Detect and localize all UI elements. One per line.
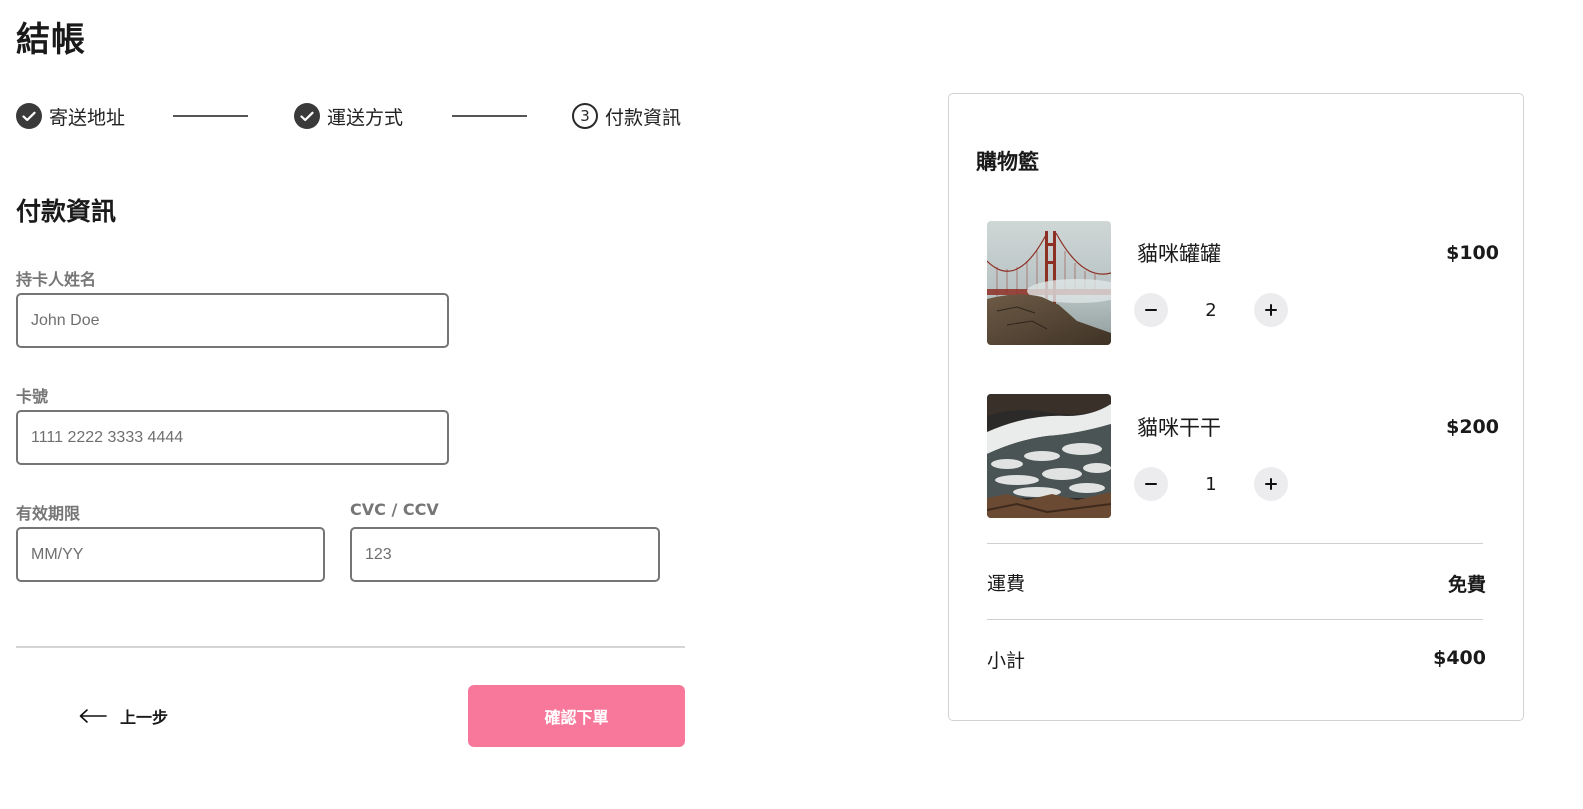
- divider: [16, 646, 685, 648]
- cvc-label: CVC / CCV: [350, 500, 439, 519]
- cardholder-label: 持卡人姓名: [16, 270, 97, 289]
- arrow-left-icon: [79, 709, 107, 723]
- step-number-badge: 3: [572, 103, 598, 129]
- section-title: 付款資訊: [16, 197, 117, 226]
- back-button-label: 上一步: [120, 708, 169, 727]
- product-image-golden-gate: [987, 221, 1111, 345]
- plus-icon: [1265, 478, 1277, 490]
- step-payment-info: 3 付款資訊: [572, 101, 681, 131]
- cardholder-input[interactable]: [16, 293, 449, 348]
- step-label: 付款資訊: [605, 106, 682, 129]
- cart-item-price: $100: [1446, 242, 1499, 264]
- shipping-label: 運費: [987, 573, 1026, 595]
- page-title: 結帳: [16, 20, 86, 60]
- decrease-quantity-button[interactable]: [1134, 467, 1168, 501]
- step-connector: [452, 115, 527, 117]
- step-label: 寄送地址: [49, 106, 126, 129]
- expiry-label: 有效期限: [16, 504, 81, 523]
- cart-item-name: 貓咪罐罐: [1137, 242, 1221, 266]
- confirm-order-button[interactable]: 確認下單: [468, 685, 685, 747]
- expiry-input[interactable]: [16, 527, 325, 582]
- quantity-value: 2: [1205, 300, 1217, 321]
- divider: [987, 543, 1483, 544]
- increase-quantity-button[interactable]: [1254, 467, 1288, 501]
- step-shipping-address: 寄送地址: [16, 101, 125, 131]
- card-number-input[interactable]: [16, 410, 449, 465]
- step-label: 運送方式: [327, 106, 404, 129]
- card-number-label: 卡號: [16, 387, 49, 406]
- quantity-value: 1: [1205, 474, 1217, 495]
- shipping-value: 免費: [1447, 574, 1486, 596]
- minus-icon: [1145, 483, 1157, 485]
- step-shipping-method: 運送方式: [294, 101, 403, 131]
- check-circle-icon: [294, 103, 320, 129]
- increase-quantity-button[interactable]: [1254, 293, 1288, 327]
- decrease-quantity-button[interactable]: [1134, 293, 1168, 327]
- cart-panel: 購物籃 貓咪罐罐 $100 2 貓咪干干 $200 1 運費 免費 小計 $40…: [948, 93, 1524, 721]
- plus-icon: [1265, 304, 1277, 316]
- cart-item-price: $200: [1446, 416, 1499, 438]
- checkout-stepper: 寄送地址 運送方式 3 付款資訊: [16, 101, 686, 131]
- cvc-input[interactable]: [350, 527, 660, 582]
- divider: [987, 619, 1483, 620]
- subtotal-value: $400: [1433, 647, 1486, 669]
- subtotal-label: 小計: [987, 650, 1026, 672]
- back-button[interactable]: 上一步: [78, 700, 168, 732]
- checkout-page: 結帳 寄送地址 運送方式 3 付款資訊 付款資訊 持卡人姓名 卡號 有效期限 C…: [0, 0, 1583, 809]
- minus-icon: [1145, 309, 1157, 311]
- cart-item-name: 貓咪干干: [1137, 416, 1221, 440]
- check-circle-icon: [16, 103, 42, 129]
- cart-title: 購物籃: [976, 150, 1039, 174]
- product-image-ocean-waves: [987, 394, 1111, 518]
- confirm-order-label: 確認下單: [544, 708, 609, 727]
- step-connector: [173, 115, 248, 117]
